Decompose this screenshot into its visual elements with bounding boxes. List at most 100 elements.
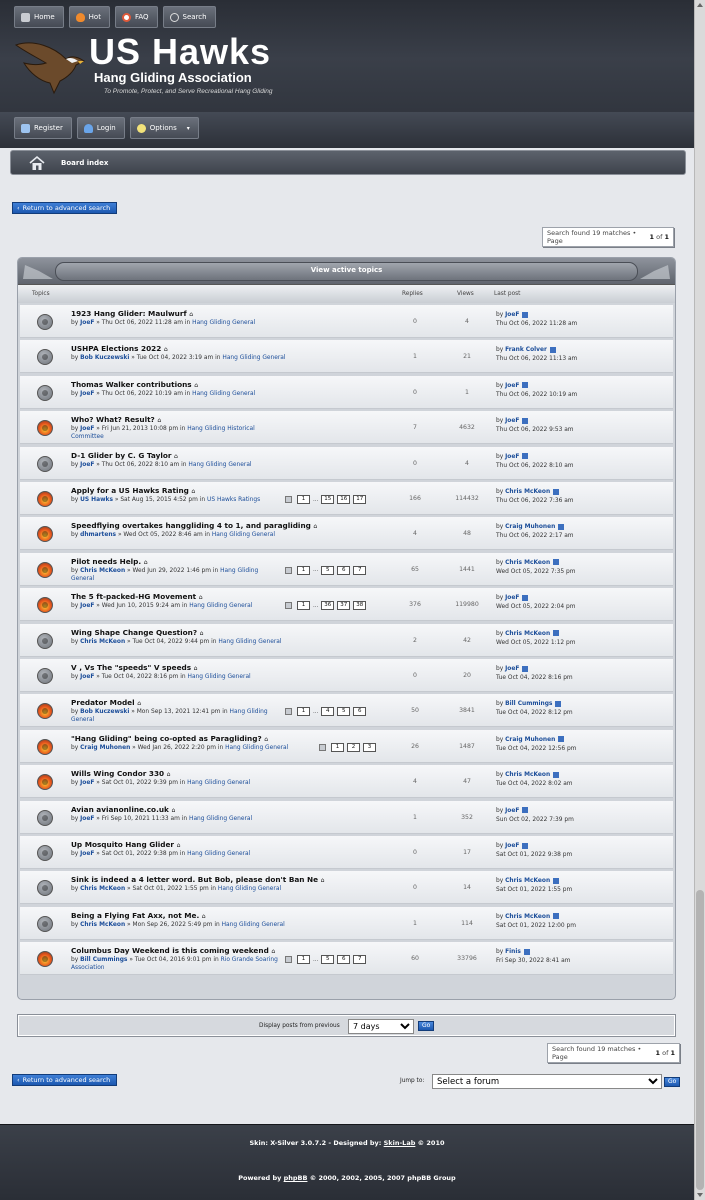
last-post-author[interactable]: JoeF xyxy=(505,843,519,849)
topic-title[interactable]: Being a Flying Fat Axx, not Me. ⌂ xyxy=(71,911,206,920)
topic-row[interactable]: Predator Model ⌂ by Bob Kuczewski » Mon S… xyxy=(20,694,673,728)
topic-row[interactable]: Apply for a US Hawks Rating ⌂ by US Hawks… xyxy=(20,482,673,515)
topic-row[interactable]: Pilot needs Help. ⌂ by Chris McKeon » Wed… xyxy=(20,552,673,586)
view-latest-post-icon[interactable] xyxy=(553,630,560,637)
page-link[interactable]: 6 xyxy=(337,565,351,575)
page-link[interactable]: 3 xyxy=(363,742,376,752)
topic-forum-link[interactable]: Hang Gliding General xyxy=(225,745,288,751)
page-link[interactable]: 5 xyxy=(337,707,351,717)
page-link[interactable]: 6 xyxy=(353,707,367,717)
last-post-author[interactable]: Craig Muhonen xyxy=(505,737,555,743)
topic-author[interactable]: JoeF xyxy=(80,674,94,680)
topic-row[interactable]: Up Mosquito Hang Glider ⌂ by JoeF » Sat O… xyxy=(20,836,673,869)
last-post-author[interactable]: JoeF xyxy=(505,383,519,389)
view-latest-post-icon[interactable] xyxy=(522,594,529,601)
page-link[interactable]: 38 xyxy=(353,601,367,611)
view-latest-post-icon[interactable] xyxy=(553,771,560,778)
page-link[interactable]: 6 xyxy=(337,955,351,965)
topic-title[interactable]: Columbus Day Weekend is this coming week… xyxy=(71,946,275,955)
last-post-author[interactable]: Chris McKeon xyxy=(505,914,550,920)
scroll-thumb[interactable] xyxy=(696,890,704,1190)
page-link[interactable]: 36 xyxy=(321,601,335,611)
page-link[interactable]: 7 xyxy=(353,955,367,965)
topic-row[interactable]: Wills Wing Condor 330 ⌂ by JoeF » Sat Oct… xyxy=(20,765,673,799)
topic-forum-link[interactable]: Hang Gliding General xyxy=(192,320,255,326)
site-logo[interactable]: US Hawks Hang Gliding Association To Pro… xyxy=(14,33,276,101)
topic-author[interactable]: Craig Muhonen xyxy=(80,745,130,751)
topic-title[interactable]: Wills Wing Condor 330 ⌂ xyxy=(71,769,170,778)
last-post-author[interactable]: JoeF xyxy=(505,418,519,424)
topic-author[interactable]: JoeF xyxy=(80,462,94,468)
jump-go-button[interactable]: Go xyxy=(664,1077,681,1087)
topic-row[interactable]: Thomas Walker contributions ⌂ by JoeF » T… xyxy=(20,375,673,409)
home-button[interactable]: Home xyxy=(14,6,64,28)
display-period-select[interactable]: 7 days xyxy=(348,1019,414,1034)
page-link[interactable]: 17 xyxy=(353,495,367,504)
topic-row[interactable]: USHPA Elections 2022 ⌂ by Bob Kuczewski »… xyxy=(20,340,673,374)
topic-author[interactable]: Bill Cummings xyxy=(80,957,127,963)
topic-forum-link[interactable]: Hang Gliding General xyxy=(189,816,252,822)
topic-title[interactable]: The 5 ft-packed-HG Movement ⌂ xyxy=(71,592,203,601)
topic-forum-link[interactable]: Hang Gliding General xyxy=(192,391,255,397)
topic-author[interactable]: Chris McKeon xyxy=(80,639,125,645)
topic-title[interactable]: Avian avianonline.co.uk ⌂ xyxy=(71,805,175,814)
return-to-advanced-search-button-top[interactable]: ‹ Return to advanced search xyxy=(12,202,118,214)
last-post-author[interactable]: JoeF xyxy=(505,312,519,318)
topic-forum-link[interactable]: Hang Gliding General xyxy=(222,922,285,928)
topic-forum-link[interactable]: US Hawks Ratings xyxy=(207,497,260,503)
last-post-author[interactable]: JoeF xyxy=(505,666,519,672)
last-post-author[interactable]: Chris McKeon xyxy=(505,631,550,637)
topic-row[interactable]: 1923 Hang Glider: Maulwurf ⌂ by JoeF » Th… xyxy=(20,305,673,338)
topic-title[interactable]: Thomas Walker contributions ⌂ xyxy=(71,380,198,389)
page-link[interactable]: 15 xyxy=(321,495,335,504)
page-link[interactable]: 7 xyxy=(353,565,367,575)
view-latest-post-icon[interactable] xyxy=(553,559,560,566)
topic-row[interactable]: "Hang Gliding" being co-opted as Paragli… xyxy=(20,729,673,763)
page-link[interactable]: 1 xyxy=(297,707,310,717)
topic-title[interactable]: Sink is indeed a 4 letter word. But Bob,… xyxy=(71,875,324,884)
home-icon[interactable] xyxy=(29,155,45,171)
last-post-author[interactable]: Finis xyxy=(505,949,521,955)
search-button[interactable]: Search xyxy=(162,6,216,28)
topic-forum-link[interactable]: Hang Gliding General xyxy=(188,674,251,680)
topic-forum-link[interactable]: Hang Gliding General xyxy=(222,355,285,361)
return-to-advanced-search-button-bottom[interactable]: ‹ Return to advanced search xyxy=(12,1074,118,1086)
jump-forum-select[interactable]: Select a forum xyxy=(432,1074,662,1089)
last-post-author[interactable]: JoeF xyxy=(505,595,519,601)
topic-author[interactable]: JoeF xyxy=(80,780,94,786)
skin-lab-link[interactable]: Skin-Lab xyxy=(384,1139,416,1147)
last-post-author[interactable]: Craig Muhonen xyxy=(505,524,555,530)
topic-author[interactable]: dhmartens xyxy=(80,532,116,538)
scroll-down-icon[interactable] xyxy=(697,1193,703,1197)
view-latest-post-icon[interactable] xyxy=(522,807,529,814)
faq-button[interactable]: FAQ xyxy=(114,6,158,28)
page-link[interactable]: 2 xyxy=(347,742,360,752)
page-link[interactable]: 1 xyxy=(297,565,310,575)
topic-author[interactable]: JoeF xyxy=(80,426,94,432)
topic-forum-link[interactable]: Hang Gliding General xyxy=(188,462,251,468)
topic-title[interactable]: Up Mosquito Hang Glider ⌂ xyxy=(71,840,180,849)
topic-title[interactable]: Pilot needs Help. ⌂ xyxy=(71,557,148,566)
topic-row[interactable]: Who? What? Result? ⌂ by JoeF » Fri Jun 21… xyxy=(20,411,673,445)
phpbb-link[interactable]: phpBB xyxy=(284,1174,308,1182)
login-button[interactable]: Login xyxy=(76,117,125,139)
view-latest-post-icon[interactable] xyxy=(522,382,529,389)
topic-row[interactable]: Wing Shape Change Question? ⌂ by Chris Mc… xyxy=(20,623,673,657)
display-go-button[interactable]: Go xyxy=(418,1021,435,1031)
topic-author[interactable]: Chris McKeon xyxy=(80,922,125,928)
topic-author[interactable]: Bob Kuczewski xyxy=(80,355,129,361)
page-link[interactable]: 1 xyxy=(297,601,310,611)
last-post-author[interactable]: JoeF xyxy=(505,454,519,460)
last-post-author[interactable]: Bill Cummings xyxy=(505,701,552,707)
view-latest-post-icon[interactable] xyxy=(558,523,565,530)
topic-title[interactable]: USHPA Elections 2022 ⌂ xyxy=(71,344,168,353)
last-post-author[interactable]: Frank Colver xyxy=(505,347,547,353)
page-link[interactable]: 37 xyxy=(337,601,351,611)
topic-title[interactable]: Apply for a US Hawks Rating ⌂ xyxy=(71,486,195,495)
topic-author[interactable]: US Hawks xyxy=(80,497,113,503)
page-link[interactable]: 5 xyxy=(321,955,335,965)
topic-author[interactable]: JoeF xyxy=(80,391,94,397)
topic-row[interactable]: Speedflying overtakes hanggliding 4 to 1… xyxy=(20,517,673,551)
topic-row[interactable]: The 5 ft-packed-HG Movement ⌂ by JoeF » W… xyxy=(20,588,673,622)
view-latest-post-icon[interactable] xyxy=(522,665,529,672)
